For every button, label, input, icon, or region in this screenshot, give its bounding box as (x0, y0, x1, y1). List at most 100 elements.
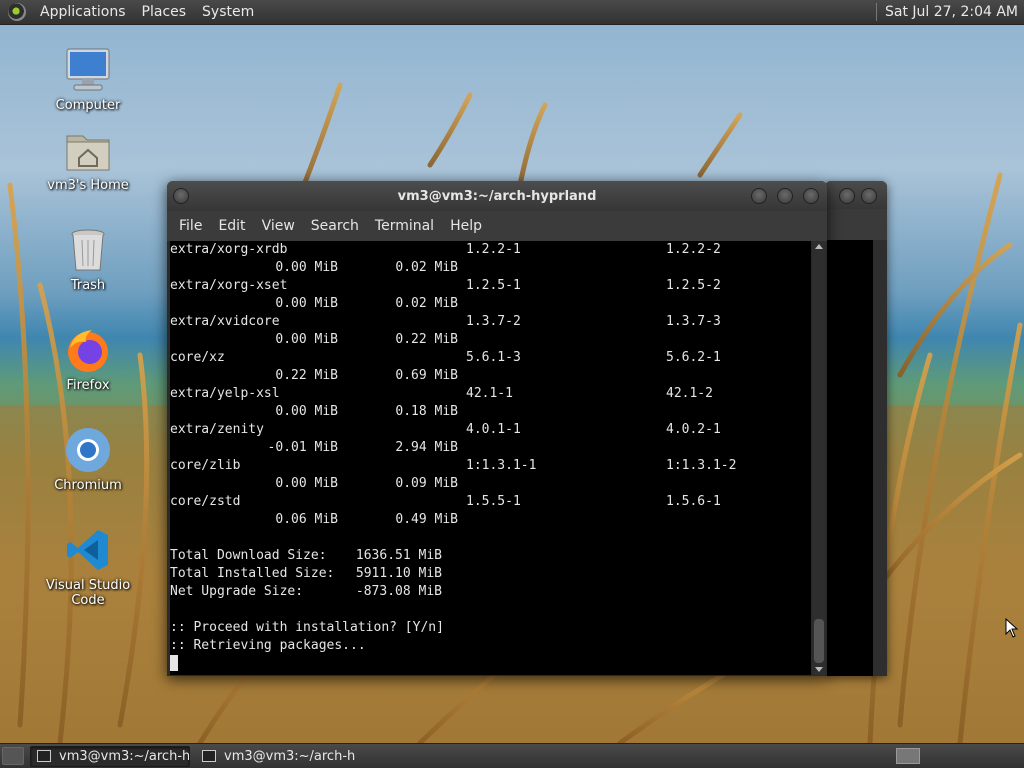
window-menu-button[interactable] (173, 188, 189, 204)
show-desktop-button[interactable] (2, 747, 24, 765)
minimize-button[interactable] (751, 188, 767, 204)
package-name: core/zlib (170, 458, 241, 473)
package-download-size: 0.02 MiB (395, 260, 458, 275)
menu-view[interactable]: View (254, 218, 303, 234)
desktop-icon-label: Trash (70, 278, 106, 293)
package-old-version: 4.0.1-1 (466, 422, 521, 437)
desktop-icon-label: Firefox (66, 378, 110, 393)
package-name: core/zstd (170, 494, 241, 509)
menu-file[interactable]: File (171, 218, 210, 234)
applications-menu[interactable]: Applications (32, 4, 134, 20)
package-name: extra/xorg-xrdb (170, 242, 288, 257)
size-total-value: 1636.51 MiB (355, 548, 442, 563)
package-size-row: 0.06 MiB 0.49 MiB (170, 511, 811, 529)
scrollbar-thumb[interactable] (814, 619, 824, 663)
clock[interactable]: Sat Jul 27, 2:04 AM (885, 4, 1024, 20)
computer-icon (64, 46, 112, 94)
terminal-titlebar[interactable]: vm3@vm3:~/arch-hyprland (167, 181, 827, 211)
minimize-button[interactable] (839, 188, 855, 204)
distro-logo-icon[interactable] (8, 3, 26, 21)
size-total-row: Total Installed Size: 5911.10 MiB (170, 565, 811, 583)
package-row: extra/zenity 4.0.1-1 4.0.2-1 (170, 421, 811, 439)
background-terminal-titlebar[interactable] (825, 181, 887, 209)
menu-terminal[interactable]: Terminal (367, 218, 442, 234)
desktop-icon-label: vm3's Home (47, 178, 129, 193)
package-row: extra/xorg-xset 1.2.5-1 1.2.5-2 (170, 277, 811, 295)
package-old-version: 1.5.5-1 (466, 494, 521, 509)
background-terminal-body[interactable] (825, 240, 873, 676)
taskbar-item[interactable]: vm3@vm3:~/arch-h... (196, 746, 356, 767)
text-cursor (170, 655, 178, 671)
menu-edit[interactable]: Edit (210, 218, 253, 234)
desktop-icon-vscode[interactable]: Visual Studio Code (28, 526, 148, 608)
background-terminal-scrollbar[interactable] (873, 240, 887, 676)
firefox-icon (64, 326, 112, 374)
desktop-icon-computer[interactable]: Computer (28, 46, 148, 113)
prompt-line: :: Proceed with installation? [Y/n] (170, 620, 444, 635)
maximize-button[interactable] (777, 188, 793, 204)
package-net-change: -0.01 MiB (267, 440, 338, 455)
package-new-version: 1.5.6-1 (666, 494, 721, 509)
package-name: extra/yelp-xsl (170, 386, 280, 401)
places-menu[interactable]: Places (134, 4, 195, 20)
package-row: extra/xvidcore 1.3.7-2 1.3.7-3 (170, 313, 811, 331)
package-size-row: 0.22 MiB 0.69 MiB (170, 367, 811, 385)
terminal-scrollbar[interactable] (813, 241, 825, 675)
terminal-menubar: File Edit View Search Terminal Help (167, 211, 827, 241)
package-size-row: 0.00 MiB 0.22 MiB (170, 331, 811, 349)
close-button[interactable] (803, 188, 819, 204)
scroll-down-arrow-icon[interactable] (815, 667, 823, 672)
desktop-icon-label: Computer (55, 98, 121, 113)
package-net-change: 0.22 MiB (275, 368, 338, 383)
size-total-row: Net Upgrade Size: -873.08 MiB (170, 583, 811, 601)
workspace-switcher[interactable] (896, 748, 920, 764)
desktop-icon-chromium[interactable]: Chromium (28, 426, 148, 493)
menu-search[interactable]: Search (303, 218, 367, 234)
package-net-change: 0.06 MiB (275, 512, 338, 527)
size-total-label: Total Download Size: (170, 548, 327, 563)
top-panel: Applications Places System Sat Jul 27, 2… (0, 0, 1024, 25)
system-menu[interactable]: System (194, 4, 262, 20)
package-name: extra/xorg-xset (170, 278, 288, 293)
package-name: core/xz (170, 350, 225, 365)
terminal-icon (202, 750, 216, 762)
package-download-size: 0.22 MiB (395, 332, 458, 347)
terminal-output[interactable]: extra/xorg-xrdb 1.2.2-1 1.2.2-2 0.00 MiB 0.0… (170, 241, 811, 675)
bottom-panel: vm3@vm3:~/arch-h... vm3@vm3:~/arch-h... (0, 743, 1024, 768)
background-terminal-window[interactable] (825, 181, 887, 676)
package-old-version: 1.3.7-2 (466, 314, 521, 329)
package-new-version: 1.3.7-3 (666, 314, 721, 329)
size-total-value: -873.08 MiB (355, 584, 442, 599)
package-row: extra/xorg-xrdb 1.2.2-1 1.2.2-2 (170, 241, 811, 259)
package-new-version: 1.2.2-2 (666, 242, 721, 257)
chromium-icon (64, 426, 112, 474)
taskbar-item[interactable]: vm3@vm3:~/arch-h... (30, 745, 190, 767)
desktop-icon-label: Chromium (54, 478, 122, 493)
cursor-line (170, 655, 811, 673)
scroll-up-arrow-icon[interactable] (815, 244, 823, 249)
package-old-version: 1:1.3.1-1 (466, 458, 537, 473)
desktop-icon-label: Visual Studio Code (45, 578, 131, 608)
menu-help[interactable]: Help (442, 218, 490, 234)
terminal-window[interactable]: vm3@vm3:~/arch-hyprland File Edit View S… (167, 181, 827, 676)
package-new-version: 4.0.2-1 (666, 422, 721, 437)
package-download-size: 0.02 MiB (395, 296, 458, 311)
package-size-row: 0.00 MiB 0.09 MiB (170, 475, 811, 493)
prompt-line: :: Retrieving packages... (170, 638, 366, 653)
size-totals: Total Download Size: 1636.51 MiB Total Ins… (170, 547, 811, 601)
vscode-icon (64, 526, 112, 574)
package-list: extra/xorg-xrdb 1.2.2-1 1.2.2-2 0.00 MiB 0.0… (170, 241, 811, 529)
package-download-size: 0.09 MiB (395, 476, 458, 491)
panel-separator (875, 3, 877, 21)
window-title: vm3@vm3:~/arch-hyprland (397, 188, 597, 204)
maximize-button[interactable] (861, 188, 877, 204)
package-size-row: 0.00 MiB 0.02 MiB (170, 259, 811, 277)
package-old-version: 1.2.2-1 (466, 242, 521, 257)
size-total-row: Total Download Size: 1636.51 MiB (170, 547, 811, 565)
desktop-icon-trash[interactable]: Trash (28, 226, 148, 293)
desktop-icon-home[interactable]: vm3's Home (28, 126, 148, 193)
desktop-icon-firefox[interactable]: Firefox (28, 326, 148, 393)
background-terminal-menubar (825, 209, 887, 240)
